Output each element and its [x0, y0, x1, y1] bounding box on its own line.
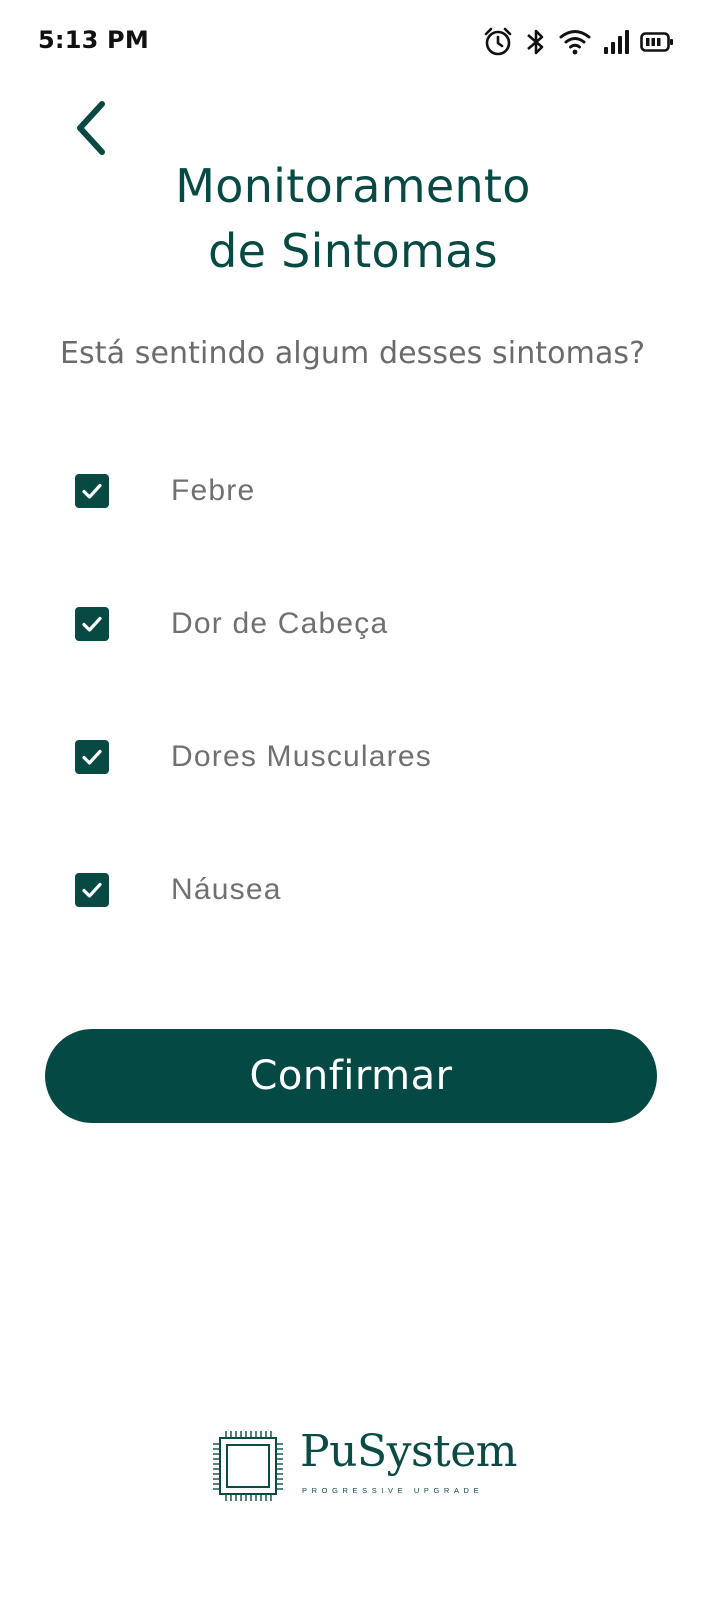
symptom-item-febre[interactable]: Febre: [60, 451, 660, 531]
confirm-button[interactable]: Confirmar: [45, 1029, 657, 1123]
brand-logo: PuSystem PROGRESSIVE UPGRADE: [210, 1426, 517, 1508]
symptom-label: Febre: [171, 474, 256, 507]
symptom-item-dor-de-cabeca[interactable]: Dor de Cabeça: [60, 584, 660, 664]
check-icon: [82, 882, 102, 898]
page-title: Monitoramento de Sintomas: [0, 154, 706, 284]
check-icon: [82, 749, 102, 765]
symptom-question: Está sentindo algum desses sintomas?: [60, 336, 646, 371]
status-bar: 5:13 PM: [0, 0, 720, 84]
checkbox-febre[interactable]: [75, 474, 109, 508]
wifi-icon: [558, 27, 592, 57]
page-title-line1: Monitoramento: [175, 159, 531, 213]
bluetooth-icon: [524, 26, 548, 58]
brand-tagline: PROGRESSIVE UPGRADE: [302, 1486, 484, 1495]
brand-name: PuSystem: [300, 1426, 517, 1477]
battery-icon: [640, 30, 674, 54]
page-title-line2: de Sintomas: [208, 224, 498, 278]
symptom-item-nausea[interactable]: Náusea: [60, 850, 660, 930]
symptom-label: Dores Musculares: [171, 740, 432, 773]
checkbox-dores-musculares[interactable]: [75, 740, 109, 774]
symptom-item-dores-musculares[interactable]: Dores Musculares: [60, 717, 660, 797]
symptom-label: Dor de Cabeça: [171, 607, 389, 640]
signal-icon: [602, 28, 630, 56]
status-icons: [482, 22, 674, 62]
check-icon: [82, 483, 102, 499]
checkbox-nausea[interactable]: [75, 873, 109, 907]
status-time: 5:13 PM: [38, 26, 149, 54]
alarm-icon: [482, 26, 514, 58]
symptom-label: Náusea: [171, 873, 282, 906]
checkbox-dor-de-cabeca[interactable]: [75, 607, 109, 641]
chip-icon: [210, 1428, 290, 1513]
check-icon: [82, 616, 102, 632]
